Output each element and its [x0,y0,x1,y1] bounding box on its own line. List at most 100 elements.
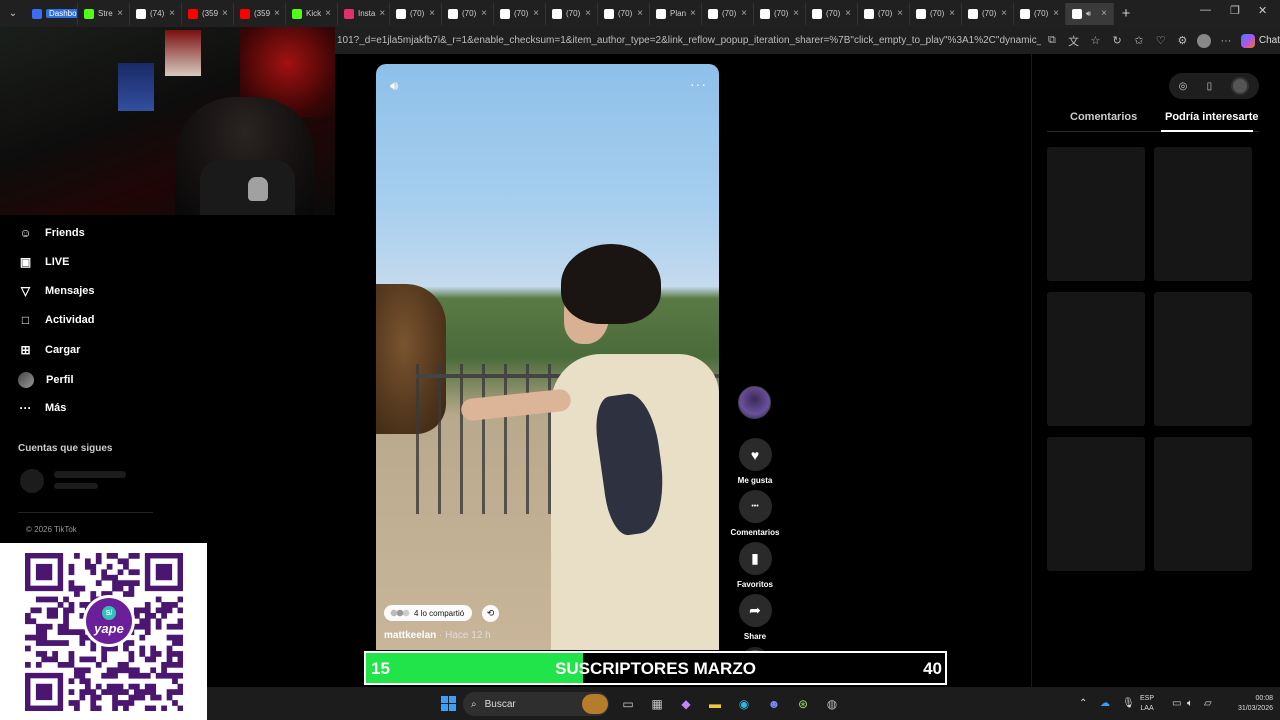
recommended-video-placeholder[interactable] [1154,292,1252,426]
store-icon[interactable]: ▦ [647,694,667,714]
sidebar-item-actividad[interactable]: □ Actividad [18,313,95,328]
close-tab-icon[interactable]: × [637,8,643,19]
task-view-icon[interactable]: ▭ [618,694,638,714]
video-author[interactable]: mattkeelan · Hace 12 h [384,630,491,641]
settings-gear-icon[interactable]: ⚙ [1172,34,1194,47]
browser-tab[interactable]: (359 × [234,2,286,25]
close-window-button[interactable]: ✕ [1258,4,1267,17]
close-tab-icon[interactable]: × [949,8,955,19]
copilot-taskbar-icon[interactable]: ◆ [676,694,696,714]
share-icon[interactable]: ➦ [738,594,772,627]
tray-overflow-icon[interactable]: ⌃ [1079,698,1087,709]
discord-icon[interactable]: ☻ [764,694,784,714]
volume-tray-icon[interactable]: 🔈︎ [1187,698,1193,709]
close-tab-icon[interactable]: × [481,8,487,19]
browser-tab[interactable]: Stre × [78,2,130,25]
browser-tab[interactable]: (70) × [390,2,442,25]
browser-menu-icon[interactable]: ··· [1215,35,1237,47]
refresh-icon[interactable]: ↻ [1106,34,1128,47]
close-tab-icon[interactable]: × [379,8,385,19]
user-avatar[interactable] [1231,77,1250,95]
close-tab-icon[interactable]: × [117,8,123,19]
sidebar-item-friends[interactable]: ☺ Friends [18,225,84,240]
browser-tab[interactable]: (74) × [130,2,182,25]
recommended-video-placeholder[interactable] [1154,437,1252,571]
browser-tab[interactable]: (70) × [1014,2,1066,25]
browser-tab[interactable]: Dashboar× [26,2,78,25]
favorites-icon[interactable]: ✩ [1128,34,1150,47]
maximize-button[interactable]: ❐ [1230,4,1240,17]
browser-tab[interactable]: (70) × [598,2,650,25]
weather-widget-icon[interactable] [582,694,608,714]
language-indicator[interactable]: ESP LAA [1140,694,1154,714]
open-in-app-icon[interactable]: ⧉ [1041,34,1063,47]
close-tab-icon[interactable]: × [1053,8,1059,19]
browser-tab[interactable]: (70) × [442,2,494,25]
bookmark-action[interactable]: ▮ Favoritos [728,542,782,589]
browser-tab[interactable]: Insta × [338,2,390,25]
shared-by-pill[interactable]: 4 lo compartió [384,605,473,621]
windows-start-icon[interactable] [441,696,456,711]
heart-action[interactable]: ♥ Me gusta [728,438,782,485]
notifications-icon[interactable]: ▱ [1204,698,1212,709]
chrome-icon[interactable]: ◍ [822,694,842,714]
sidebar-item-mensajes[interactable]: ▽ Mensajes [18,284,95,299]
browser-profile-avatar[interactable] [1197,33,1212,48]
browser-tab[interactable]: (70) × [910,2,962,25]
more-options-icon[interactable]: ··· [690,76,707,92]
creator-avatar[interactable] [738,386,771,419]
explore-icon[interactable]: ◎ [1179,81,1188,92]
browser-tab[interactable]: (70) × [962,2,1014,25]
close-tab-icon[interactable]: × [897,8,903,19]
sidebar-item-cargar[interactable]: ⊞ Cargar [18,342,80,357]
minimize-button[interactable]: — [1200,4,1211,16]
close-tab-icon[interactable]: × [169,8,175,19]
comment-icon[interactable]: ••• [738,490,772,523]
browser-tab[interactable]: (359 × [182,2,234,25]
system-clock[interactable]: 00:08 31/03/2026 [1221,694,1273,714]
browser-tab[interactable]: (70) × [494,2,546,25]
copilot-chat-button[interactable]: Chat [1240,33,1280,48]
close-tab-icon[interactable]: × [1001,8,1007,19]
close-tab-icon[interactable]: × [429,8,435,19]
new-tab-button[interactable]: + [1114,5,1138,22]
heart-icon[interactable]: ♥ [738,438,772,471]
sidebar-item-perfil[interactable]: Perfil [18,371,74,388]
display-icon[interactable]: ▭ [1172,698,1181,709]
mobile-icon[interactable]: ▯ [1207,81,1213,92]
recommended-video-placeholder[interactable] [1047,437,1145,571]
browser-tab[interactable]: (70) × [546,2,598,25]
browser-tab[interactable]: Plan × [650,2,702,25]
app-icon[interactable]: ⊛ [793,694,813,714]
close-tab-icon[interactable]: × [222,8,228,19]
close-tab-icon[interactable]: × [741,8,747,19]
extensions-icon[interactable]: ♡ [1150,34,1172,47]
file-explorer-icon[interactable]: ▬ [705,694,725,714]
browser-tab[interactable]: (70) × [702,2,754,25]
browser-tab[interactable]: Kick × [286,2,338,25]
close-tab-icon[interactable]: × [1101,8,1107,19]
video-player[interactable] [376,64,719,650]
sidebar-item-live[interactable]: ▣ LIVE [18,254,70,269]
favorite-star-icon[interactable]: ☆ [1085,34,1107,47]
active-browser-tab[interactable]: 🔊︎ × [1066,2,1114,25]
browser-tab[interactable]: (70) × [858,2,910,25]
onedrive-icon[interactable]: ☁ [1100,698,1110,709]
tab-comments[interactable]: Comentarios [1070,111,1137,123]
tab-recommended[interactable]: Podría interesarte [1165,111,1259,123]
recommended-video-placeholder[interactable] [1047,147,1145,281]
volume-icon[interactable]: 🔊︎ [390,78,398,94]
browser-tab[interactable]: (70) × [806,2,858,25]
microphone-icon[interactable]: 🎙︎ [1122,698,1135,709]
sidebar-item-ms[interactable]: ··· Más [18,401,67,416]
repost-icon[interactable]: ⟲ [482,605,499,622]
recommended-video-placeholder[interactable] [1047,292,1145,426]
url-field[interactable]: 101?_d=e1jla5mjakfb7i&_r=1&enable_checks… [337,35,1041,46]
browser-tab[interactable]: (70) × [754,2,806,25]
close-tab-icon[interactable]: × [585,8,591,19]
bookmark-icon[interactable]: ▮ [738,542,772,575]
share-action[interactable]: ➦ Share [728,594,782,641]
close-tab-icon[interactable]: × [793,8,799,19]
tab-list-menu-button[interactable]: ⌄ [0,3,26,25]
recommended-video-placeholder[interactable] [1154,147,1252,281]
